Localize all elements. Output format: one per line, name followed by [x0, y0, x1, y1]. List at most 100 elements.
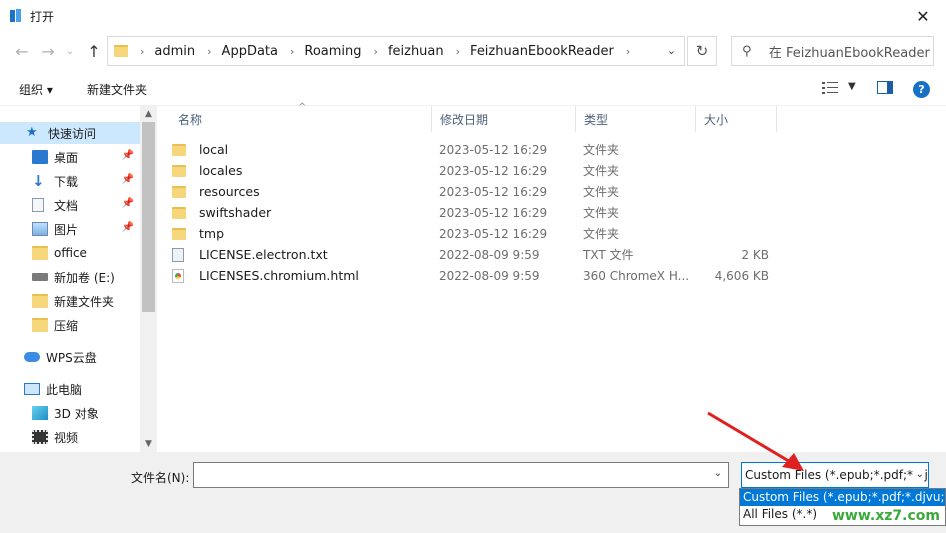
table-row[interactable]: resources 2023-05-12 16:29 文件夹: [172, 181, 792, 202]
file-type: 文件夹: [583, 206, 620, 220]
file-list: ^ 名称 修改日期 类型 大小 local 2023-05-12 16:29 文…: [158, 102, 946, 452]
column-header-label: 大小: [704, 112, 729, 127]
scroll-up-icon[interactable]: ▲: [140, 106, 157, 122]
sidebar-scrollbar[interactable]: ▲ ▼: [140, 106, 157, 452]
pin-icon: 📌: [121, 222, 134, 233]
3d-objects-icon: [32, 406, 48, 420]
file-type: 文件夹: [583, 185, 620, 199]
breadcrumb-item[interactable]: Roaming: [304, 44, 361, 59]
file-date: 2022-08-09 9:59: [439, 247, 540, 262]
chevron-down-icon[interactable]: ⌄: [667, 44, 676, 57]
breadcrumb-item[interactable]: AppData: [222, 44, 278, 59]
chevron-right-icon[interactable]: ›: [456, 45, 460, 58]
sidebar-item-new-folder[interactable]: 新建文件夹: [0, 290, 140, 312]
chevron-right-icon[interactable]: ›: [140, 45, 144, 58]
recent-locations-chevron-icon[interactable]: ⌄: [60, 41, 80, 61]
folder-icon: [32, 318, 48, 332]
desktop-icon: [32, 150, 48, 164]
table-row[interactable]: local 2023-05-12 16:29 文件夹: [172, 139, 792, 160]
sidebar-item-label: 快速访问: [48, 126, 97, 141]
table-row[interactable]: locales 2023-05-12 16:29 文件夹: [172, 160, 792, 181]
chevron-down-icon[interactable]: ⌄: [913, 469, 924, 480]
filename-label: 文件名(N):: [131, 471, 190, 485]
file-type-select[interactable]: Custom Files (*.epub;*.pdf;*.djvu;*.mobi…: [741, 462, 929, 488]
chevron-right-icon[interactable]: ›: [290, 45, 294, 58]
file-name: locales: [199, 163, 243, 178]
video-icon: [32, 430, 48, 444]
filename-input[interactable]: ⌄: [193, 462, 729, 488]
pin-icon: 📌: [121, 174, 134, 185]
chevron-down-icon[interactable]: ⌄: [714, 468, 722, 479]
scroll-down-icon[interactable]: ▼: [140, 436, 157, 452]
search-icon: ⚲: [742, 43, 752, 59]
watermark: www.xz7.com: [832, 508, 940, 524]
close-button[interactable]: ✕: [900, 0, 946, 32]
sidebar-item-downloads[interactable]: ↓ 下载 📌: [0, 170, 140, 192]
column-header-size[interactable]: 大小: [696, 106, 777, 132]
preview-pane-icon[interactable]: [877, 81, 893, 94]
breadcrumb-item[interactable]: feizhuan: [388, 44, 444, 59]
file-date: 2023-05-12 16:29: [439, 142, 548, 157]
app-icon: [10, 9, 21, 22]
scrollbar-thumb[interactable]: [142, 122, 155, 312]
html-file-icon: [172, 268, 184, 283]
folder-icon: [172, 143, 186, 156]
table-row[interactable]: swiftshader 2023-05-12 16:29 文件夹: [172, 202, 792, 223]
sidebar-item-quick-access[interactable]: ★ 快速访问: [0, 122, 140, 144]
back-arrow-icon[interactable]: ←: [12, 41, 32, 61]
file-size: 4,606 KB: [714, 268, 769, 283]
column-header-type[interactable]: 类型: [576, 106, 696, 132]
text-file-icon: [172, 247, 184, 262]
column-header-date[interactable]: 修改日期: [432, 106, 576, 132]
window-title: 打开: [30, 10, 55, 24]
search-input[interactable]: ⚲ 在 FeizhuanEbookReader 中搜索: [731, 36, 934, 66]
forward-arrow-icon[interactable]: →: [38, 41, 58, 61]
chevron-right-icon[interactable]: ›: [207, 45, 211, 58]
file-type-option[interactable]: Custom Files (*.epub;*.pdf;*.djvu;*.m: [740, 489, 945, 506]
sidebar-item-label: WPS云盘: [46, 350, 97, 365]
refresh-button[interactable]: ↻: [687, 36, 717, 66]
sidebar-item-wps-cloud[interactable]: WPS云盘: [0, 346, 140, 368]
navigation-pane: ★ 快速访问 桌面 📌 ↓ 下载 📌 文档 📌 图片 📌 office 新加卷 …: [0, 106, 158, 452]
sidebar-item-label: 视频: [54, 430, 79, 445]
sidebar-item-compress[interactable]: 压缩: [0, 314, 140, 336]
sidebar-item-this-pc[interactable]: 此电脑: [0, 378, 140, 400]
file-date: 2023-05-12 16:29: [439, 205, 548, 220]
view-dropdown-icon[interactable]: ▼: [848, 81, 856, 92]
chevron-right-icon[interactable]: ›: [626, 45, 630, 58]
sidebar-item-drive-e[interactable]: 新加卷 (E:): [0, 266, 140, 288]
file-name: local: [199, 142, 229, 157]
sidebar-item-label: 压缩: [54, 318, 79, 333]
breadcrumb-item[interactable]: admin: [154, 44, 195, 59]
sidebar-item-videos[interactable]: 视频: [0, 426, 140, 448]
table-row[interactable]: tmp 2023-05-12 16:29 文件夹: [172, 223, 792, 244]
up-arrow-icon[interactable]: ↑: [84, 41, 104, 61]
folder-icon: [172, 164, 186, 177]
pin-icon: 📌: [121, 198, 134, 209]
column-header-label: 类型: [584, 112, 609, 127]
address-bar[interactable]: › admin › AppData › Roaming › feizhuan ›…: [107, 36, 685, 66]
sidebar-item-label: 新加卷 (E:): [54, 270, 115, 285]
drive-icon: [32, 273, 48, 281]
breadcrumb-item[interactable]: FeizhuanEbookReader: [470, 44, 614, 59]
sidebar-item-label: 图片: [54, 222, 79, 237]
breadcrumb: › admin › AppData › Roaming › feizhuan ›…: [128, 44, 640, 59]
sidebar-item-office[interactable]: office: [0, 242, 140, 264]
file-name: resources: [199, 184, 260, 199]
table-row[interactable]: LICENSES.chromium.html 2022-08-09 9:59 3…: [172, 265, 792, 286]
help-icon[interactable]: ?: [913, 81, 930, 98]
sidebar-item-documents[interactable]: 文档 📌: [0, 194, 140, 216]
folder-icon: [32, 246, 48, 260]
file-date: 2023-05-12 16:29: [439, 184, 548, 199]
table-row[interactable]: LICENSE.electron.txt 2022-08-09 9:59 TXT…: [172, 244, 792, 265]
chevron-right-icon[interactable]: ›: [374, 45, 378, 58]
sidebar-item-3d-objects[interactable]: 3D 对象: [0, 402, 140, 424]
organize-button[interactable]: 组织 ▾: [19, 81, 53, 98]
sidebar-item-desktop[interactable]: 桌面 📌: [0, 146, 140, 168]
view-options-icon[interactable]: [822, 81, 838, 95]
sidebar-item-pictures[interactable]: 图片 📌: [0, 218, 140, 240]
new-folder-button[interactable]: 新建文件夹: [87, 81, 147, 98]
folder-icon: [172, 185, 186, 198]
column-header-name[interactable]: 名称: [170, 106, 432, 132]
file-type: 文件夹: [583, 164, 620, 178]
